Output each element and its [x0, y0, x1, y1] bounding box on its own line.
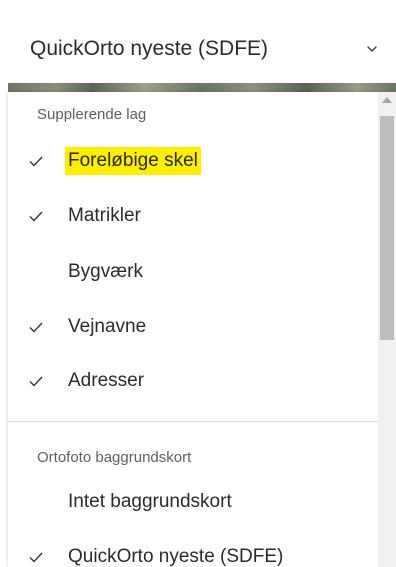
layer-item-label: Foreløbige skel — [65, 147, 201, 175]
scroll-up-arrow-icon[interactable] — [382, 97, 392, 103]
background-map-select[interactable]: QuickOrto nyeste (SDFE) — [0, 0, 396, 92]
layer-item-bygvaerk[interactable]: Bygværk — [8, 252, 378, 292]
check-icon — [28, 549, 44, 565]
scrollbar[interactable] — [378, 92, 396, 567]
layer-item-label: Adresser — [68, 370, 145, 391]
layer-item-intet-baggrundskort[interactable]: Intet baggrundskort — [8, 482, 378, 522]
layer-list: Supplerende lag Foreløbige skel Matrikle… — [8, 92, 378, 567]
check-icon — [28, 208, 44, 224]
chevron-down-icon-svg — [367, 46, 377, 52]
layer-item-label: QuickOrto nyeste (SDFE) — [68, 546, 284, 567]
chevron-down-icon[interactable] — [363, 40, 381, 58]
check-icon — [28, 373, 44, 389]
select-value: QuickOrto nyeste (SDFE) — [30, 37, 269, 60]
layer-item-label: Bygværk — [68, 261, 143, 282]
layer-item-quickorto-nyeste[interactable]: QuickOrto nyeste (SDFE) — [8, 537, 378, 567]
group-label-ortofoto-baggrundskort: Ortofoto baggrundskort — [37, 449, 192, 466]
group-divider — [8, 421, 378, 422]
layer-item-adresser[interactable]: Adresser — [8, 361, 378, 401]
check-icon — [28, 319, 44, 335]
layer-item-vejnavne[interactable]: Vejnavne — [8, 307, 378, 347]
group-label-supplerende-lag: Supplerende lag — [37, 106, 147, 123]
layer-item-matrikler[interactable]: Matrikler — [8, 196, 378, 236]
layer-item-label: Intet baggrundskort — [68, 491, 232, 512]
scroll-thumb[interactable] — [380, 116, 394, 340]
layer-item-foreloebige-skel[interactable]: Foreløbige skel — [8, 141, 378, 181]
layer-item-label: Vejnavne — [68, 316, 147, 337]
check-icon — [28, 153, 44, 169]
layer-item-label: Matrikler — [68, 205, 141, 226]
layer-dropdown-panel: Supplerende lag Foreløbige skel Matrikle… — [8, 92, 396, 567]
